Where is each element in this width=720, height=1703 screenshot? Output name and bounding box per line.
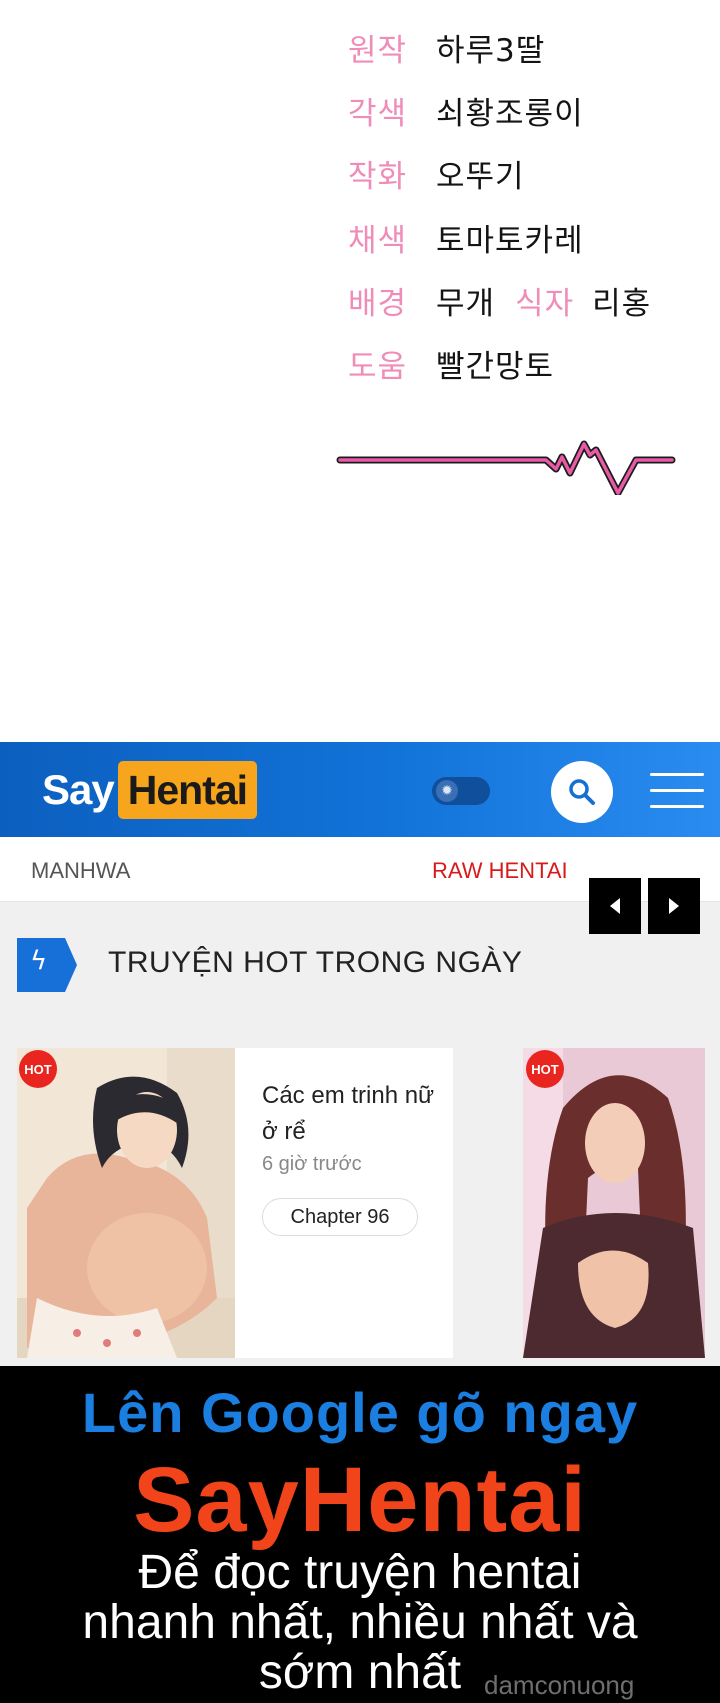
credit-row-assist: 도움 빨간망토 — [348, 338, 554, 388]
hot-badge: HOT — [19, 1050, 57, 1088]
carousel-next-button[interactable] — [648, 878, 700, 934]
manga-title[interactable]: Các em trinh nữ ở rể — [262, 1078, 442, 1150]
sun-icon: ✹ — [436, 780, 458, 802]
arrow-right-icon — [669, 898, 679, 914]
credit-role: 채색 — [348, 222, 408, 259]
section-title: TRUYỆN HOT TRONG NGÀY — [108, 946, 523, 979]
site-header: Say Hentai ✹ — [0, 742, 720, 837]
credit-role: 원작 — [348, 32, 408, 69]
manga-card[interactable]: HOT — [523, 1048, 705, 1358]
promo-site-name: SayHentai — [133, 1449, 587, 1551]
logo-say-text: Say — [42, 766, 115, 813]
search-icon — [569, 779, 595, 805]
nav-manhwa-link[interactable]: MANHWA — [31, 858, 130, 884]
credit-role: 도움 — [348, 348, 408, 385]
promo-tagline-line: Để đọc truyện hentai — [138, 1546, 582, 1599]
heartbeat-line-icon — [336, 440, 676, 495]
manga-card[interactable]: HOT Các em trinh nữ ở rể 6 giờ trước Cha… — [17, 1048, 453, 1358]
credit-name: 하루3딸 — [436, 32, 546, 69]
manga-cover-image[interactable]: HOT — [17, 1048, 235, 1358]
cover-illustration — [523, 1048, 705, 1358]
search-button[interactable] — [551, 761, 613, 823]
credit-name-secondary: 리홍 — [592, 285, 652, 322]
credit-name: 무개 — [436, 285, 496, 322]
hamburger-menu-icon[interactable] — [650, 771, 704, 811]
promo-headline: Lên Google gõ ngay — [81, 1381, 639, 1444]
watermark: damconuong — [484, 1670, 635, 1700]
updated-time: 6 giờ trước — [262, 1153, 362, 1175]
credit-row-original: 원작 하루3딸 — [348, 22, 545, 72]
nav-raw-hentai-link[interactable]: RAW HENTAI — [432, 858, 568, 884]
chapter-button[interactable]: Chapter 96 — [262, 1198, 418, 1236]
credit-name: 빨간망토 — [436, 348, 555, 385]
theme-toggle[interactable]: ✹ — [432, 777, 490, 805]
credit-row-adaptation: 각색 쇠황조롱이 — [348, 85, 584, 135]
promo-banner: Lên Google gõ ngay SayHentai Để đọc truy… — [0, 1366, 720, 1703]
credit-name: 토마토카레 — [436, 222, 584, 259]
credit-name: 쇠황조롱이 — [436, 95, 584, 132]
credit-name: 오뚜기 — [436, 158, 525, 195]
hot-badge: HOT — [526, 1050, 564, 1088]
credit-role: 각색 — [348, 95, 408, 132]
credit-role: 배경 — [348, 285, 408, 322]
cover-illustration — [17, 1048, 235, 1358]
credit-row-color: 채색 토마토카레 — [348, 212, 584, 262]
site-logo[interactable]: Say Hentai — [42, 761, 258, 819]
lightning-icon: ϟ — [30, 946, 48, 976]
arrow-left-icon — [610, 898, 620, 914]
credit-row-art: 작화 오뚜기 — [348, 148, 525, 198]
logo-hentai-text: Hentai — [117, 761, 258, 819]
website-screenshot: Say Hentai ✹ MANHWA RAW HENTAI ϟ TRUYỆN … — [0, 742, 720, 1366]
promo-tagline-line: nhanh nhất, nhiều nhất và — [82, 1596, 638, 1649]
carousel-prev-button[interactable] — [589, 878, 641, 934]
credits-panel: 원작 하루3딸 각색 쇠황조롱이 작화 오뚜기 채색 토마토카레 배경 무개 식… — [0, 0, 720, 742]
credit-role-secondary: 식자 — [515, 285, 575, 322]
credit-row-background: 배경 무개 식자 리홍 — [348, 275, 651, 325]
credit-role: 작화 — [348, 158, 408, 195]
